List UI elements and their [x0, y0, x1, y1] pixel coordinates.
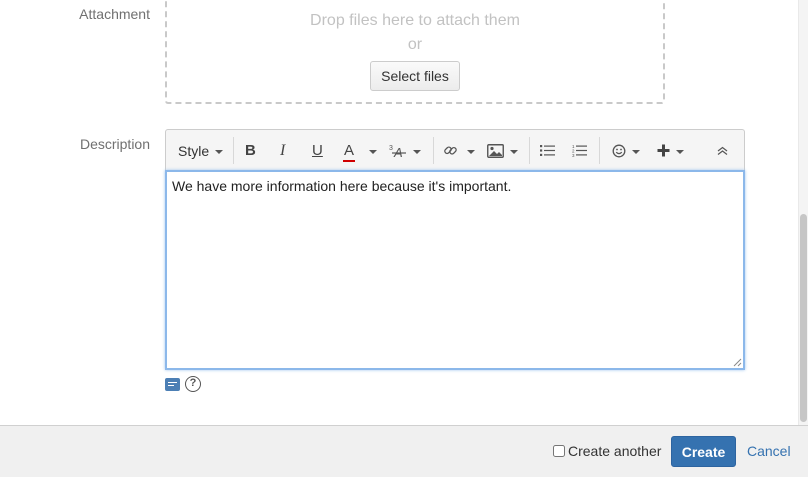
wiki-markup-icon[interactable] — [165, 377, 180, 391]
scrollbar-thumb[interactable] — [800, 214, 807, 422]
bullet-list-icon — [540, 145, 555, 156]
image-dropdown[interactable] — [487, 130, 518, 171]
toolbar-separator — [529, 137, 530, 164]
attachment-label: Attachment — [79, 6, 150, 22]
cancel-link[interactable]: Cancel — [747, 443, 791, 459]
chevron-down-icon — [510, 149, 518, 154]
create-another-option[interactable]: Create another — [553, 443, 661, 459]
numbered-list-button[interactable]: 1 2 3 — [572, 130, 587, 171]
bullet-list-button[interactable] — [540, 130, 555, 171]
italic-button[interactable]: I — [280, 130, 285, 171]
chevron-down-icon — [369, 149, 377, 154]
emoticon-icon — [612, 144, 626, 157]
svg-text:A: A — [393, 145, 403, 159]
create-another-checkbox[interactable] — [553, 445, 565, 457]
insert-plus-icon — [657, 144, 670, 157]
insert-dropdown[interactable] — [657, 130, 684, 171]
numbered-list-icon: 1 2 3 — [572, 144, 587, 157]
link-icon — [444, 146, 457, 155]
emoticon-dropdown[interactable] — [612, 130, 640, 171]
create-button[interactable]: Create — [671, 436, 736, 467]
chevron-down-icon — [215, 149, 224, 154]
text-color-dropdown[interactable] — [365, 130, 377, 171]
description-label: Description — [79, 136, 150, 152]
toolbar-separator — [433, 137, 434, 164]
editor-helpers: ? — [165, 376, 201, 392]
underline-button[interactable]: U — [312, 130, 323, 171]
text-color-swatch — [343, 160, 356, 162]
text-color-icon: A — [343, 142, 356, 162]
text-format-icon: 3 A — [389, 145, 406, 159]
link-dropdown[interactable] — [443, 130, 475, 171]
text-color-button[interactable]: A — [343, 130, 356, 171]
toolbar-separator — [233, 137, 234, 164]
collapse-icon — [717, 146, 728, 155]
attachment-dropzone[interactable]: Drop files here to attach them or Select… — [165, 0, 665, 104]
select-files-button[interactable]: Select files — [370, 61, 460, 91]
italic-icon: I — [280, 141, 286, 159]
form-content: Attachment Drop files here to attach the… — [0, 0, 798, 425]
chevron-down-icon — [632, 149, 640, 154]
description-editor[interactable]: We have more information here because it… — [165, 170, 745, 370]
style-dropdown[interactable]: Style — [178, 130, 224, 171]
description-text: We have more information here because it… — [172, 178, 512, 194]
svg-text:3: 3 — [389, 145, 393, 152]
bold-icon: B — [245, 142, 256, 159]
collapse-toolbar-button[interactable] — [717, 130, 728, 171]
text-format-dropdown[interactable]: 3 A — [389, 130, 421, 171]
create-another-label: Create another — [568, 443, 662, 459]
svg-text:3: 3 — [572, 153, 575, 157]
chevron-down-icon — [467, 149, 475, 154]
chevron-down-icon — [676, 149, 684, 154]
toolbar-separator — [599, 137, 600, 164]
style-label: Style — [178, 142, 210, 159]
drop-hint: Drop files here to attach them — [310, 12, 520, 29]
chevron-down-icon — [413, 149, 421, 154]
resize-handle-icon[interactable] — [733, 358, 742, 367]
dialog-footer: Create another Create Cancel — [0, 425, 808, 477]
editor-toolbar: Style B I U A 3 A 1 2 3 — [165, 129, 745, 170]
underline-icon: U — [312, 142, 323, 159]
drop-or-text: or — [407, 36, 423, 53]
image-icon — [487, 143, 504, 158]
help-icon[interactable]: ? — [185, 376, 201, 392]
scrollbar[interactable] — [798, 0, 808, 425]
bold-button[interactable]: B — [245, 130, 256, 171]
